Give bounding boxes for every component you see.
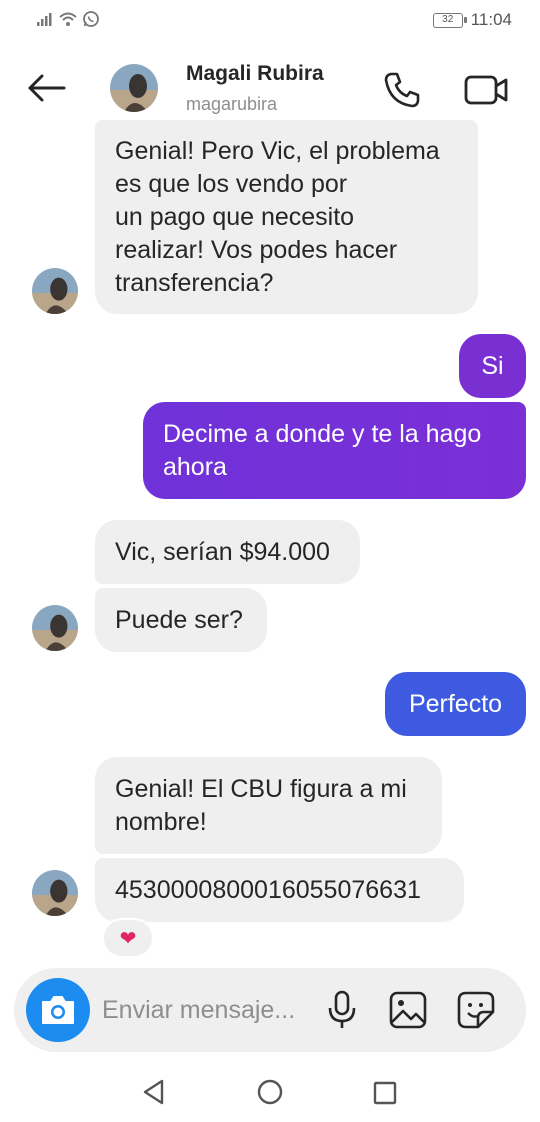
- message-bubble-incoming[interactable]: Genial! El CBU figura a mi nombre!: [95, 757, 442, 854]
- message-input[interactable]: [102, 990, 322, 1030]
- camera-icon: [42, 996, 74, 1024]
- message-bubble-incoming[interactable]: Puede ser?: [95, 588, 267, 652]
- avatar[interactable]: [32, 268, 78, 314]
- message-text: Genial! El CBU figura a mi nombre!: [115, 774, 407, 836]
- signal-icon: [37, 13, 52, 26]
- battery-icon: 32: [432, 12, 467, 28]
- gallery-icon: [389, 991, 427, 1029]
- nav-home-icon[interactable]: [256, 1078, 284, 1106]
- back-arrow-icon: [28, 74, 66, 102]
- message-bubble-incoming[interactable]: Genial! Pero Vic, el problema es que los…: [95, 120, 478, 314]
- nav-back-icon[interactable]: [140, 1078, 168, 1106]
- microphone-button[interactable]: [322, 988, 362, 1032]
- message-text: 4530000800016055076631: [115, 875, 421, 904]
- heart-icon: ❤: [119, 927, 137, 950]
- status-left: [36, 10, 100, 28]
- message-text: Perfecto: [408, 689, 503, 718]
- message-text: Genial! Pero Vic, el problema es que los…: [115, 136, 440, 297]
- message-text: Decime a donde y te la hago ahora: [163, 419, 482, 481]
- message-bubble-incoming[interactable]: 4530000800016055076631: [95, 858, 464, 922]
- status-bar: 32 11:04: [0, 0, 540, 40]
- message-bubble-outgoing[interactable]: Si: [459, 334, 526, 398]
- system-nav-bar: [0, 1060, 540, 1122]
- message-composer: [14, 968, 526, 1052]
- sticker-button[interactable]: [454, 988, 498, 1032]
- avatar[interactable]: [32, 605, 78, 651]
- status-right: 32 11:04: [432, 10, 512, 30]
- clock: 11:04: [470, 10, 512, 29]
- camera-button[interactable]: [26, 978, 90, 1042]
- message-bubble-outgoing[interactable]: Perfecto: [385, 672, 526, 736]
- message-text: Vic, serían $94.000: [115, 537, 330, 566]
- message-bubble-outgoing[interactable]: Decime a donde y te la hago ahora: [143, 402, 526, 499]
- wifi-icon: [59, 12, 77, 26]
- message-text: Si: [481, 351, 504, 380]
- video-camera-icon: [464, 75, 508, 105]
- message-text: Puede ser?: [115, 605, 243, 634]
- microphone-icon: [328, 990, 356, 1028]
- avatar[interactable]: [32, 870, 78, 916]
- nav-recents-icon[interactable]: [372, 1080, 398, 1106]
- reaction-badge[interactable]: ❤: [102, 918, 154, 958]
- audio-call-button[interactable]: [380, 68, 424, 112]
- contact-name[interactable]: Magali Rubira: [186, 62, 324, 86]
- contact-username: magarubira: [186, 94, 278, 114]
- gallery-button[interactable]: [386, 988, 430, 1032]
- whatsapp-icon: [83, 11, 99, 27]
- back-button[interactable]: [24, 68, 68, 108]
- avatar[interactable]: [110, 64, 158, 112]
- message-bubble-incoming[interactable]: Vic, serían $94.000: [95, 520, 360, 584]
- video-call-button[interactable]: [462, 68, 510, 112]
- phone-icon: [384, 72, 420, 108]
- sticker-icon: [457, 991, 495, 1029]
